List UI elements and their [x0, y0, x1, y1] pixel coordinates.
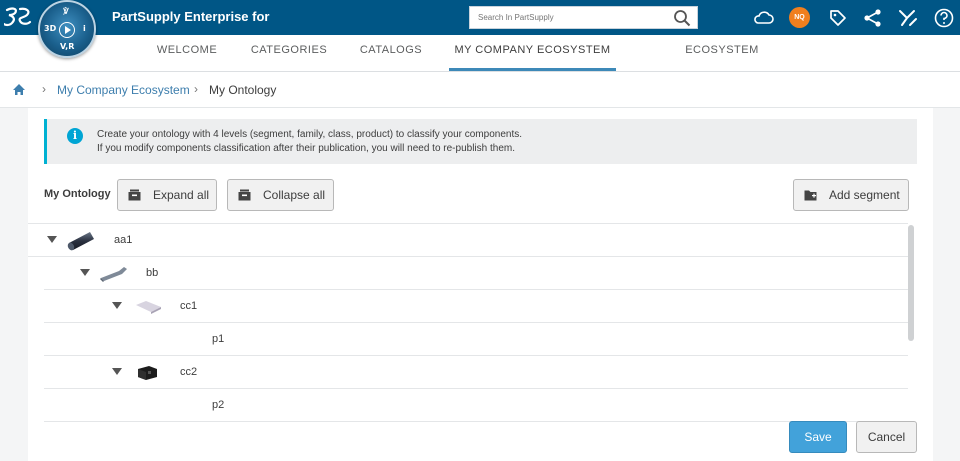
tag-icon[interactable] — [827, 7, 849, 29]
main-nav: Welcome Categories Catalogs My Company E… — [0, 35, 960, 86]
tree-row-family[interactable]: bb — [44, 257, 908, 290]
tab-catalogs[interactable]: Catalogs — [352, 35, 430, 71]
tree-node-label[interactable]: bb — [146, 267, 158, 279]
add-folder-icon — [804, 190, 817, 201]
search-box[interactable] — [469, 6, 698, 29]
search-icon[interactable] — [673, 9, 691, 27]
collapse-all-button[interactable]: Collapse all — [227, 179, 334, 211]
chevron-right-icon: › — [194, 82, 198, 96]
play-icon — [59, 22, 75, 38]
breadcrumb-link[interactable]: My Company Ecosystem — [57, 83, 190, 97]
cancel-button[interactable]: Cancel — [856, 421, 917, 453]
tree-row-class[interactable]: cc2 — [44, 356, 908, 389]
top-bar: PartSupply Enterprise for NQ — [0, 0, 960, 35]
tree-node-label[interactable]: cc1 — [180, 300, 197, 312]
breadcrumb-current: My Ontology — [209, 83, 277, 97]
ontology-panel: i Create your ontology with 4 levels (se… — [28, 108, 933, 461]
3ds-logo-icon — [4, 7, 32, 27]
add-segment-button[interactable]: Add segment — [793, 179, 909, 211]
plate-part-thumbnail — [136, 301, 161, 314]
tree-node-label[interactable]: cc2 — [180, 366, 197, 378]
tab-my-company-ecosystem[interactable]: My Company Ecosystem — [449, 35, 616, 71]
help-icon[interactable] — [933, 7, 955, 29]
tab-welcome[interactable]: Welcome — [148, 35, 226, 71]
caret-down-icon[interactable] — [47, 236, 57, 243]
cloud-icon[interactable] — [753, 7, 775, 29]
info-banner: i Create your ontology with 4 levels (se… — [44, 119, 917, 164]
caret-down-icon[interactable] — [112, 368, 122, 375]
expand-icon — [128, 189, 141, 201]
caret-down-icon[interactable] — [80, 269, 90, 276]
tree-node-label[interactable]: aa1 — [114, 234, 132, 246]
app-title: PartSupply Enterprise for — [112, 9, 270, 24]
ontology-tree: aa1 bb cc1 p1 cc2 p2 — [28, 223, 908, 422]
tools-icon[interactable] — [897, 7, 919, 29]
avatar[interactable]: NQ — [789, 7, 810, 28]
tree-row-product[interactable]: p1 — [44, 323, 908, 356]
share-icon[interactable] — [862, 7, 884, 29]
tab-categories[interactable]: Categories — [244, 35, 334, 71]
tree-row-segment[interactable]: aa1 — [28, 224, 908, 257]
block-part-thumbnail — [138, 366, 157, 380]
breadcrumb: › My Company Ecosystem › My Ontology — [0, 72, 960, 108]
collapse-icon — [238, 189, 251, 201]
chevron-right-icon: › — [42, 82, 46, 96]
expand-all-button[interactable]: Expand all — [117, 179, 217, 211]
cylinder-part-thumbnail — [67, 232, 94, 251]
compass-widget[interactable]: ℣ 3D i V,R — [38, 0, 96, 58]
tree-node-label[interactable]: p1 — [212, 333, 224, 345]
tree-node-label[interactable]: p2 — [212, 399, 224, 411]
tree-scrollbar[interactable] — [908, 225, 914, 341]
tree-row-class[interactable]: cc1 — [44, 290, 908, 323]
search-input[interactable] — [470, 7, 665, 28]
bracket-part-thumbnail — [100, 267, 127, 282]
save-button[interactable]: Save — [789, 421, 847, 453]
home-icon[interactable] — [12, 83, 26, 96]
info-icon: i — [67, 128, 83, 144]
caret-down-icon[interactable] — [112, 302, 122, 309]
tree-row-product[interactable]: p2 — [44, 389, 908, 422]
ontology-title: My Ontology — [44, 188, 111, 200]
info-text: Create your ontology with 4 levels (segm… — [97, 129, 522, 154]
tab-ecosystem-performances[interactable]: Ecosystem Performances — [636, 35, 808, 86]
